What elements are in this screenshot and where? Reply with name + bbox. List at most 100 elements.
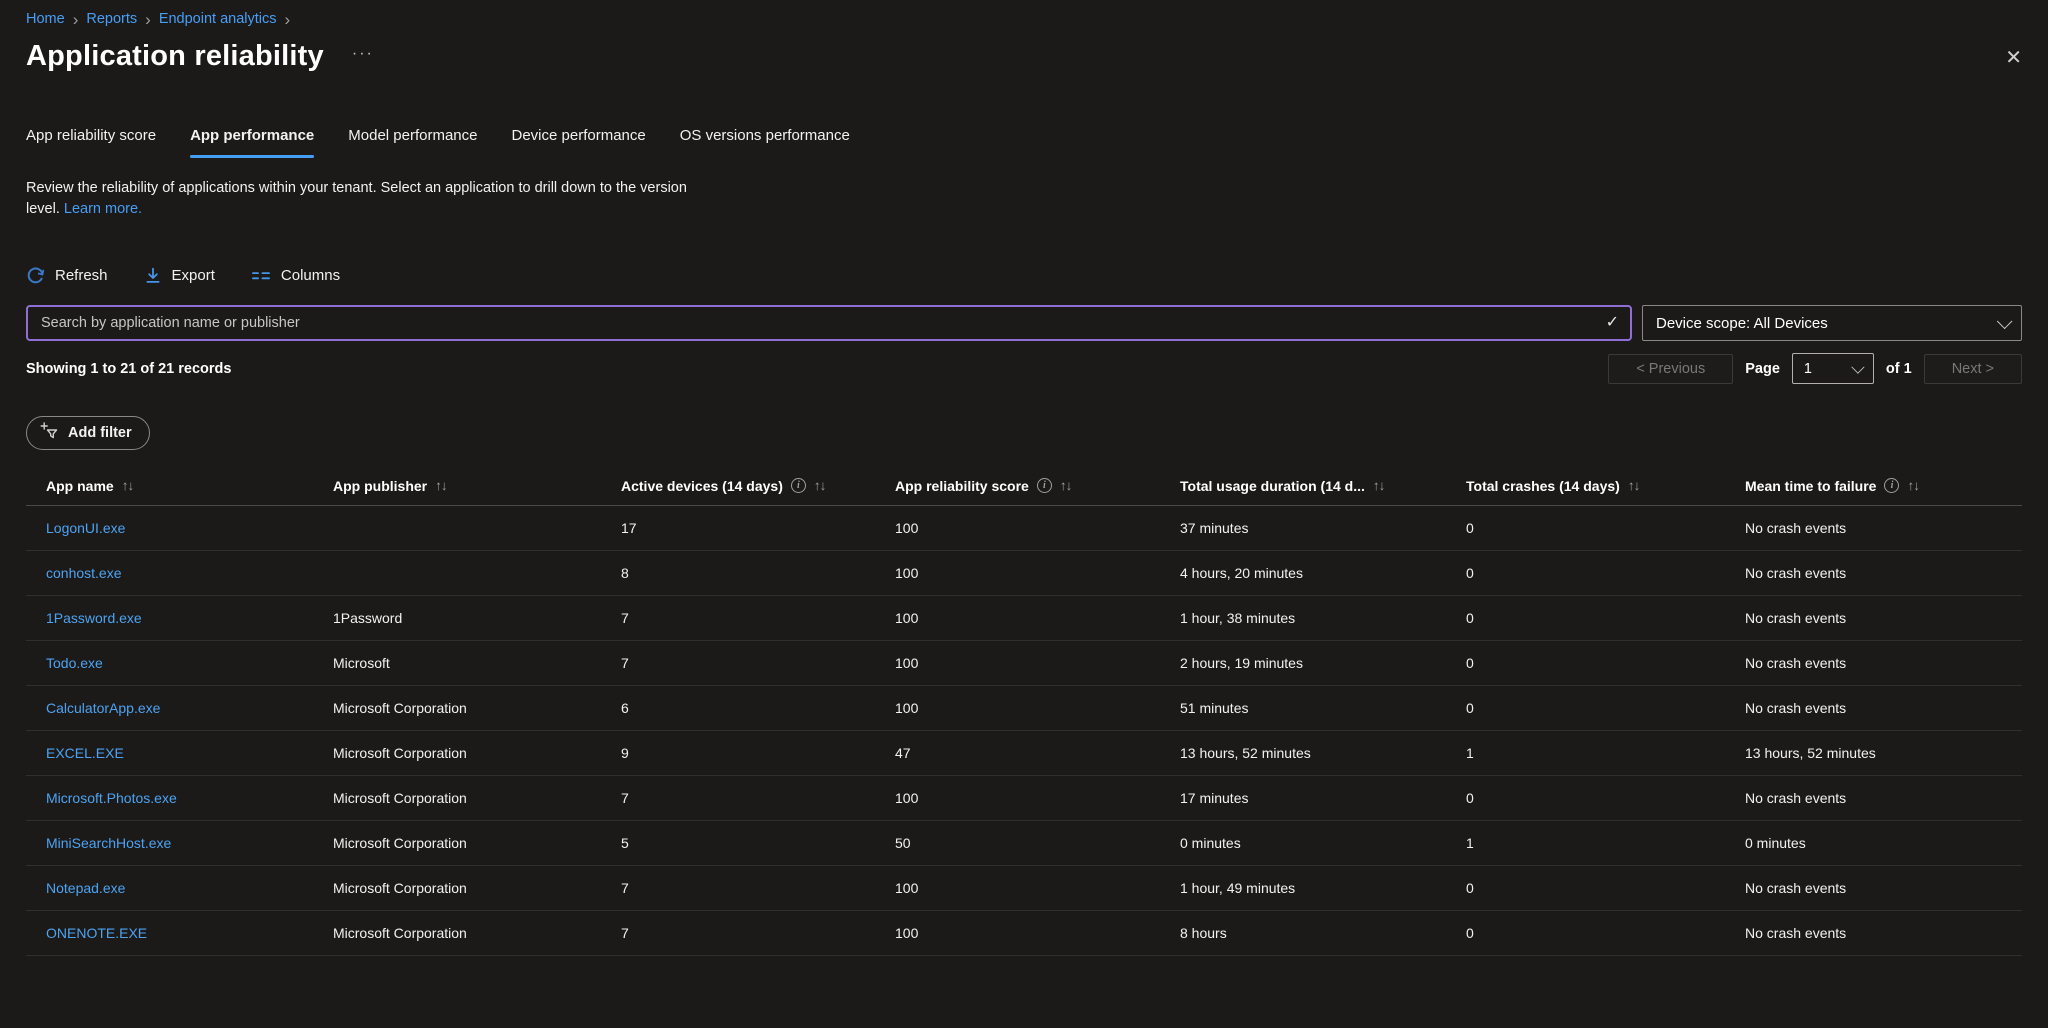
- column-header[interactable]: Active devices (14 days) i ↑↓: [621, 478, 895, 494]
- tab-label: App performance: [190, 127, 315, 144]
- usage-duration-cell: 8 hours: [1180, 925, 1227, 941]
- table-row: Notepad.exe Microsoft Corporation 7 100 …: [26, 866, 2022, 911]
- checkmark-icon[interactable]: ✓: [1606, 312, 1619, 332]
- info-icon[interactable]: i: [1884, 478, 1900, 493]
- export-label: Export: [171, 267, 215, 284]
- app-publisher-cell: 1Password: [333, 610, 403, 626]
- breadcrumb-link[interactable]: Endpoint analytics: [159, 11, 277, 27]
- columns-label: Columns: [280, 267, 341, 284]
- close-icon[interactable]: ✕: [2005, 45, 2022, 70]
- column-header[interactable]: Total crashes (14 days) ↑↓: [1466, 478, 1745, 494]
- mean-time-to-failure-cell: No crash events: [1745, 790, 1847, 806]
- total-crashes-cell: 1: [1466, 835, 1474, 851]
- page-number-dropdown[interactable]: 1: [1791, 353, 1874, 384]
- mean-time-to-failure-cell: No crash events: [1745, 925, 1847, 941]
- app-name-link[interactable]: CalculatorApp.exe: [46, 700, 160, 716]
- download-icon: [144, 267, 162, 285]
- learn-more-link[interactable]: Learn more.: [64, 201, 142, 217]
- total-crashes-cell: 0: [1466, 565, 1474, 581]
- breadcrumb-link[interactable]: Home: [26, 11, 65, 27]
- app-name-link[interactable]: ONENOTE.EXE: [46, 925, 147, 941]
- tab[interactable]: OS versions performance: [680, 127, 850, 158]
- app-name-link[interactable]: 1Password.exe: [46, 610, 142, 626]
- table-row: MiniSearchHost.exe Microsoft Corporation…: [26, 821, 2022, 866]
- usage-duration-cell: 37 minutes: [1180, 520, 1249, 536]
- page-description: Review the reliability of applications w…: [26, 178, 718, 220]
- reliability-score-cell: 100: [895, 925, 919, 941]
- column-header[interactable]: Mean time to failure i ↑↓: [1745, 478, 2022, 494]
- app-name-link[interactable]: Todo.exe: [46, 655, 103, 671]
- mean-time-to-failure-cell: No crash events: [1745, 565, 1847, 581]
- column-label: App name: [46, 477, 114, 494]
- reliability-score-cell: 100: [895, 610, 919, 626]
- title-row: Application reliability ···: [26, 40, 374, 72]
- refresh-label: Refresh: [55, 267, 108, 284]
- app-publisher-cell: Microsoft Corporation: [333, 790, 467, 806]
- export-button[interactable]: Export: [144, 267, 215, 285]
- add-filter-label: Add filter: [68, 425, 132, 441]
- column-label: Mean time to failure: [1745, 477, 1877, 494]
- column-header[interactable]: App publisher ↑↓: [333, 478, 621, 494]
- total-crashes-cell: 0: [1466, 520, 1474, 536]
- columns-button[interactable]: Columns: [251, 267, 340, 284]
- mean-time-to-failure-cell: 13 hours, 52 minutes: [1745, 745, 1876, 761]
- mean-time-to-failure-cell: No crash events: [1745, 610, 1847, 626]
- column-header[interactable]: App reliability score i ↑↓: [895, 478, 1180, 494]
- sort-icon: ↑↓: [813, 478, 826, 493]
- page-title: Application reliability: [26, 40, 324, 72]
- chevron-right-icon: ›: [145, 10, 151, 29]
- toolbar: Refresh Export Columns: [26, 266, 2022, 285]
- tab[interactable]: App reliability score: [26, 127, 156, 158]
- app-name-link[interactable]: MiniSearchHost.exe: [46, 835, 171, 851]
- app-name-link[interactable]: Notepad.exe: [46, 880, 125, 896]
- records-row: Showing 1 to 21 of 21 records < Previous…: [26, 353, 2022, 384]
- page-number-value: 1: [1803, 360, 1812, 377]
- app-name-link[interactable]: conhost.exe: [46, 565, 122, 581]
- page-label: Page: [1745, 360, 1780, 377]
- app-name-link[interactable]: Microsoft.Photos.exe: [46, 790, 177, 806]
- tab-label: OS versions performance: [679, 127, 850, 144]
- usage-duration-cell: 1 hour, 49 minutes: [1180, 880, 1296, 896]
- table-row: Todo.exe Microsoft 7 100 2 hours, 19 min…: [26, 641, 2022, 686]
- records-summary: Showing 1 to 21 of 21 records: [26, 360, 232, 377]
- refresh-icon: [26, 266, 45, 285]
- next-page-button[interactable]: Next >: [1923, 353, 2022, 384]
- sort-icon: ↑↓: [1059, 478, 1072, 493]
- breadcrumb-link[interactable]: Reports: [86, 11, 137, 27]
- refresh-button[interactable]: Refresh: [26, 266, 108, 285]
- sort-icon: ↑↓: [121, 478, 134, 493]
- column-label: App reliability score: [895, 477, 1029, 494]
- mean-time-to-failure-cell: 0 minutes: [1745, 835, 1806, 851]
- columns-icon: [251, 268, 271, 284]
- device-scope-dropdown[interactable]: Device scope: All Devices: [1642, 305, 2022, 341]
- usage-duration-cell: 0 minutes: [1180, 835, 1241, 851]
- info-icon[interactable]: i: [790, 478, 806, 493]
- active-devices-cell: 7: [621, 610, 629, 626]
- search-input[interactable]: [26, 305, 1632, 341]
- add-filter-icon: [40, 421, 59, 445]
- usage-duration-cell: 2 hours, 19 minutes: [1180, 655, 1303, 671]
- app-publisher-cell: Microsoft: [333, 655, 390, 671]
- add-filter-button[interactable]: Add filter: [26, 416, 150, 450]
- tab[interactable]: Model performance: [348, 127, 477, 158]
- app-publisher-cell: Microsoft Corporation: [333, 745, 467, 761]
- app-publisher-cell: Microsoft Corporation: [333, 835, 467, 851]
- usage-duration-cell: 17 minutes: [1180, 790, 1249, 806]
- tab[interactable]: App performance: [190, 127, 315, 158]
- sort-icon: ↑↓: [1907, 478, 1919, 493]
- app-name-link[interactable]: LogonUI.exe: [46, 520, 125, 536]
- app-name-link[interactable]: EXCEL.EXE: [46, 745, 124, 761]
- info-icon[interactable]: i: [1036, 478, 1052, 493]
- total-crashes-cell: 0: [1466, 700, 1474, 716]
- tab[interactable]: Device performance: [512, 127, 646, 158]
- reliability-score-cell: 100: [895, 520, 919, 536]
- search-row: ✓ Device scope: All Devices: [26, 305, 2022, 341]
- table-row: 1Password.exe 1Password 7 100 1 hour, 38…: [26, 596, 2022, 641]
- chevron-down-icon: [1996, 313, 2013, 329]
- usage-duration-cell: 13 hours, 52 minutes: [1180, 745, 1311, 761]
- total-crashes-cell: 0: [1466, 925, 1474, 941]
- column-header[interactable]: App name ↑↓: [46, 478, 333, 494]
- previous-page-button[interactable]: < Previous: [1608, 353, 1734, 384]
- total-crashes-cell: 0: [1466, 790, 1474, 806]
- column-header[interactable]: Total usage duration (14 d... ↑↓: [1180, 478, 1466, 494]
